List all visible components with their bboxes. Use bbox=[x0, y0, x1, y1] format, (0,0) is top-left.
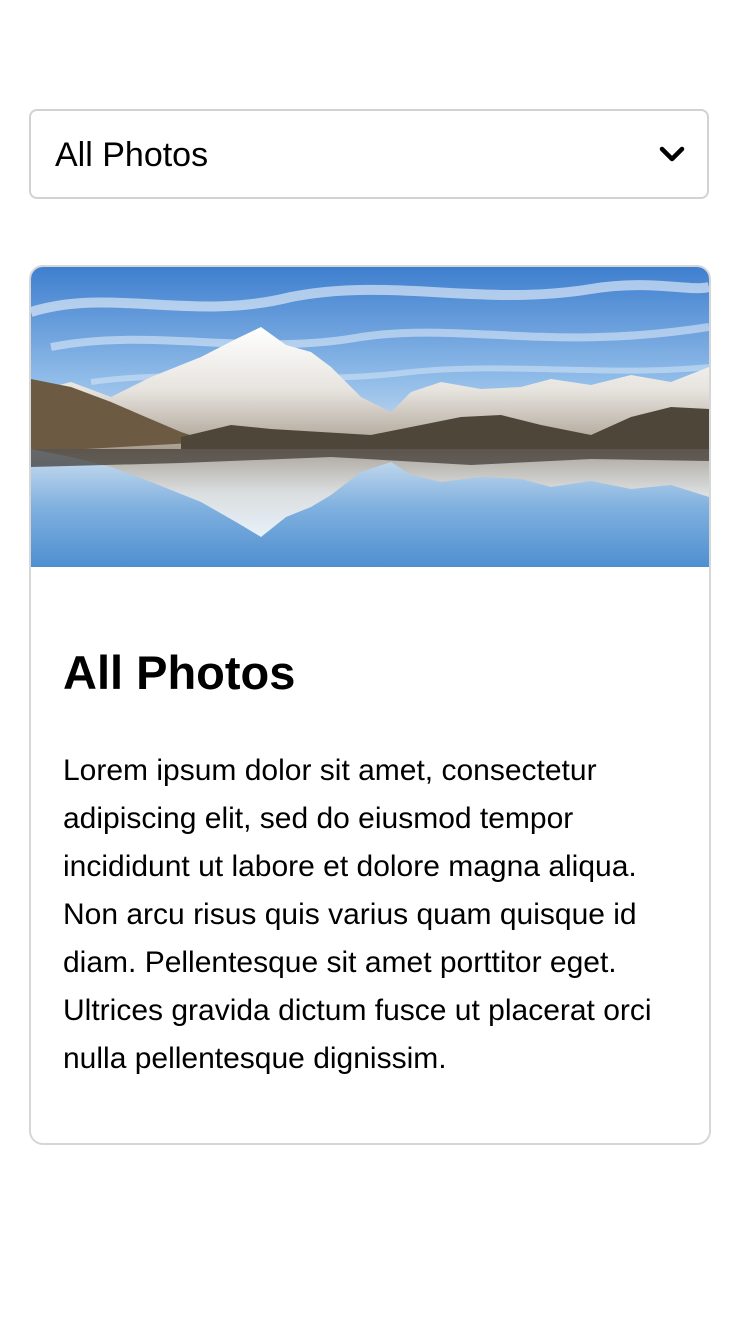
card-title: All Photos bbox=[63, 646, 296, 699]
photo-filter-selected-value: All Photos bbox=[55, 136, 209, 174]
mountain-lake-image bbox=[31, 267, 709, 567]
photo-card: All Photos Lorem ipsum dolor sit amet, c… bbox=[29, 265, 711, 1145]
page: All Photos All Photos Lorem ipsum dolor … bbox=[0, 0, 748, 1320]
photo-filter-select[interactable]: All Photos bbox=[29, 109, 709, 199]
card-description: Lorem ipsum dolor sit amet, consectetur … bbox=[63, 754, 652, 1075]
chevron-down-icon bbox=[659, 146, 685, 162]
